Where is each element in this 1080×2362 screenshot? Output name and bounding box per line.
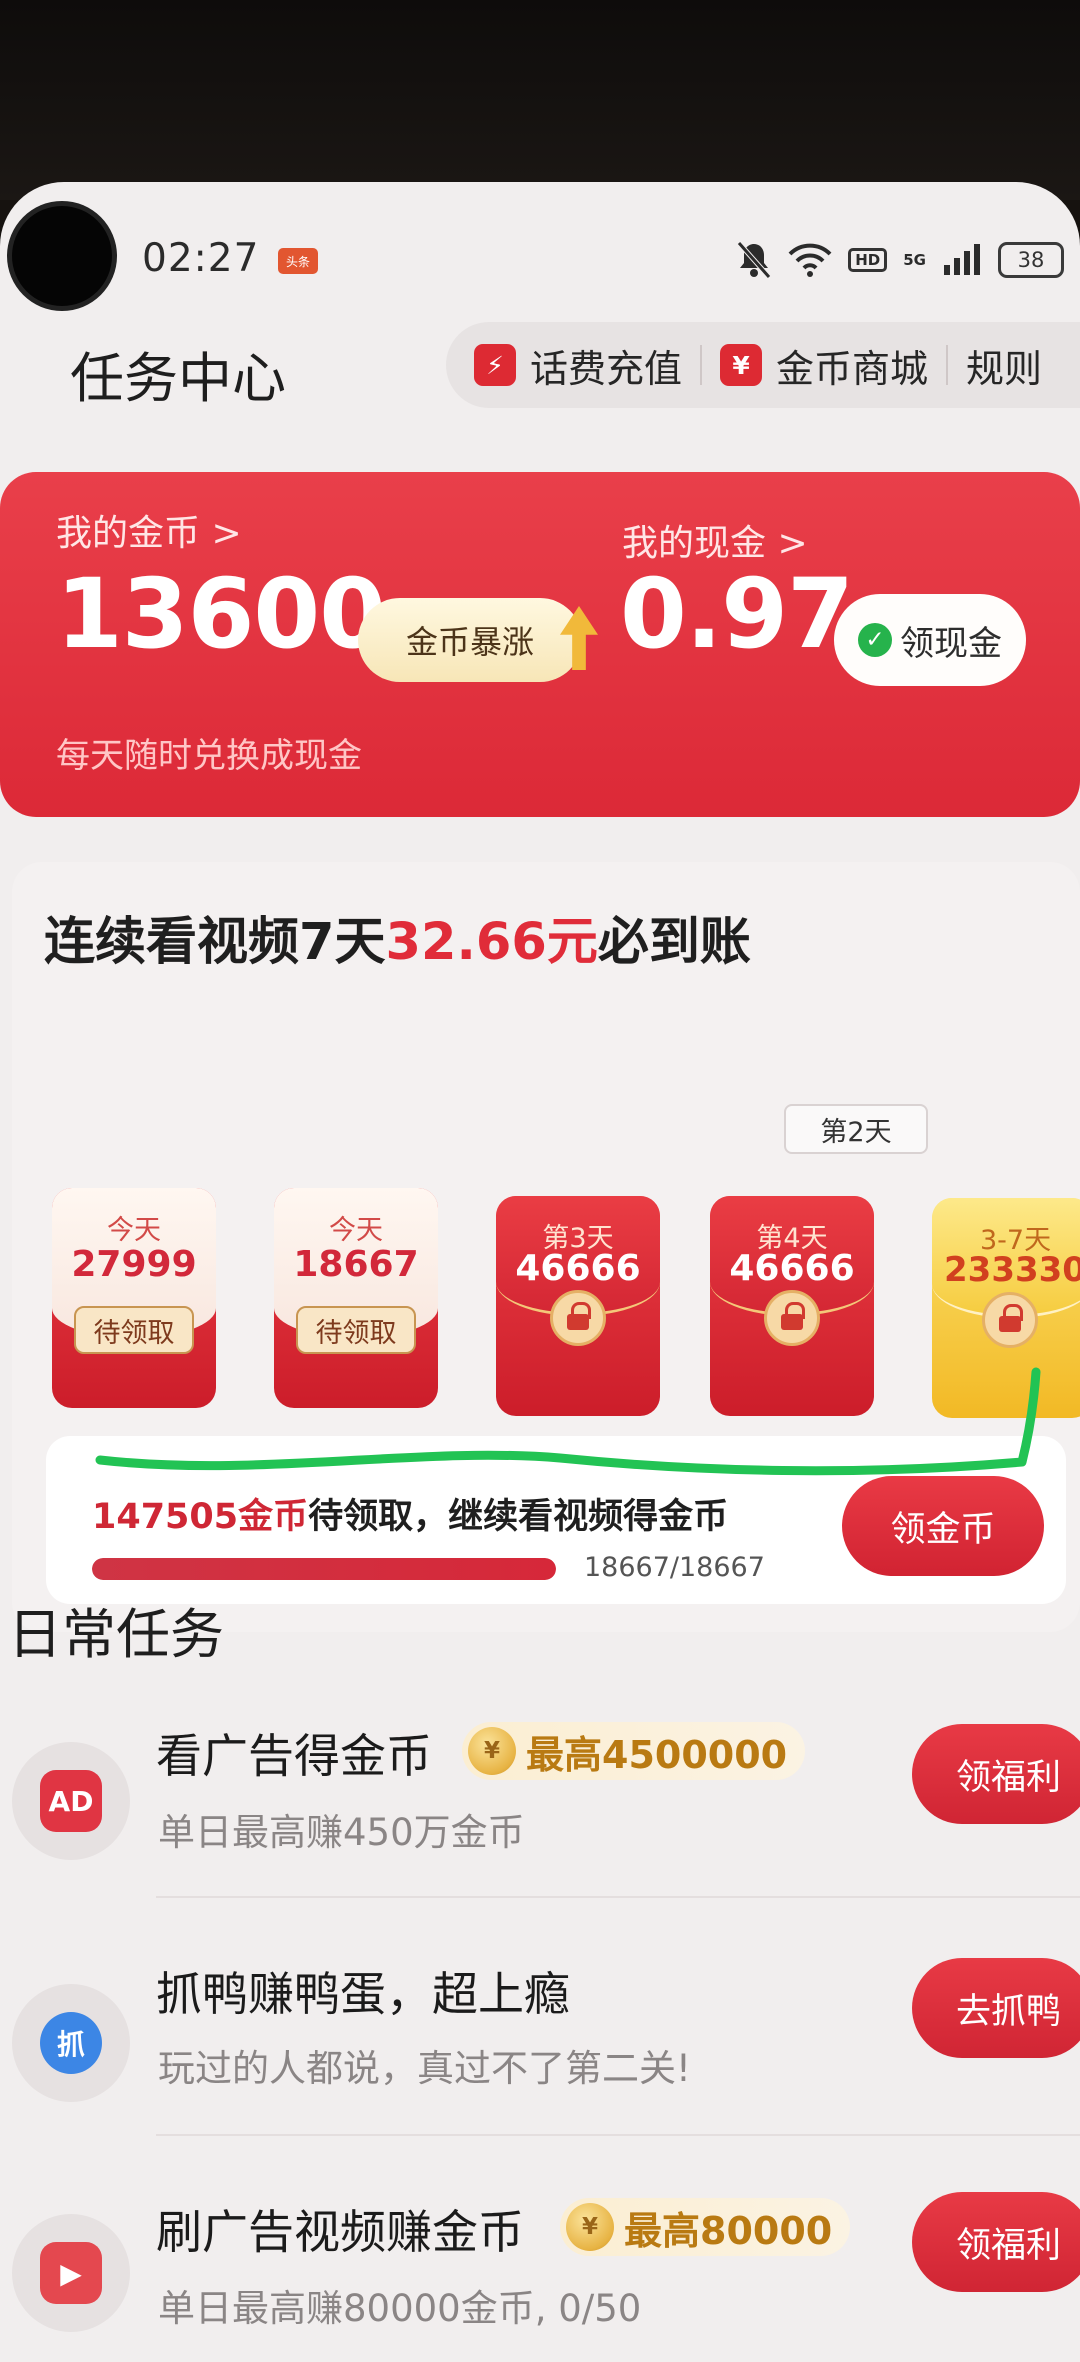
- divider: [156, 1896, 1080, 1898]
- coin-icon: ¥: [468, 1727, 516, 1775]
- envelope-amount: 46666: [729, 1248, 855, 1289]
- envelope-status: 待领取: [74, 1306, 194, 1354]
- my-cash-value: 0.97: [620, 558, 854, 670]
- duck-game-icon: 抓: [40, 2012, 102, 2074]
- status-icons: HD 5G 38: [736, 240, 1064, 280]
- claim-progress-label: 18667/18667: [584, 1552, 765, 1583]
- claim-cash-label: 领现金: [900, 623, 1002, 664]
- exchange-hint: 每天随时兑换成现金: [56, 736, 362, 776]
- streak-title-suffix: 必到账: [597, 913, 751, 972]
- coin-mall-label: 金币商城: [776, 346, 929, 391]
- envelope-day-1[interactable]: 今天 27999 待领取: [52, 1188, 216, 1408]
- current-day-badge: 第2天: [784, 1104, 928, 1154]
- coin-icon: ¥: [566, 2203, 614, 2251]
- envelope-day-2[interactable]: 今天 18667 待领取: [274, 1188, 438, 1408]
- task-reward-badge: ¥ 最高80000: [560, 2198, 851, 2256]
- claim-benefit-button[interactable]: 领福利: [912, 2192, 1080, 2292]
- pending-claim-text: 147505金币待领取，继续看视频得金币: [92, 1488, 728, 1539]
- envelope-day-4[interactable]: 第4天 46666: [710, 1196, 874, 1416]
- video-icon: ▶: [40, 2242, 102, 2304]
- wifi-icon: [788, 243, 832, 277]
- phone-screen: 02:27 头条 HD 5G 38 任务中心 ⚡ 话费充值 ¥ 金币商城 规则 …: [0, 182, 1080, 2362]
- envelope-amount: 233330: [944, 1250, 1080, 1290]
- divider: [156, 2134, 1080, 2136]
- pending-message: 待领取，继续看视频得金币: [308, 1497, 729, 1537]
- daily-tasks-title: 日常任务: [8, 1603, 224, 1666]
- task-icon-container: ▶: [12, 2214, 130, 2332]
- lightning-icon: ⚡: [474, 344, 516, 386]
- claim-cash-button[interactable]: ✓ 领现金: [834, 594, 1026, 686]
- coin-surge-button[interactable]: 金币暴涨: [358, 598, 582, 682]
- task-reward-text: 最高80000: [624, 2208, 833, 2253]
- network-type: 5G: [903, 250, 926, 269]
- my-coins-value: 13600: [56, 558, 386, 670]
- task-subtitle: 单日最高赚450万金币: [158, 1811, 525, 1854]
- envelope-day-3[interactable]: 第3天 46666: [496, 1196, 660, 1416]
- claim-progress-fill: [92, 1558, 556, 1580]
- page-title: 任务中心: [70, 347, 286, 410]
- pending-amount: 147505金币: [92, 1497, 309, 1537]
- task-subtitle: 玩过的人都说，真过不了第二关!: [158, 2047, 691, 2090]
- envelope-day-3-7[interactable]: 3-7天 233330: [932, 1198, 1080, 1418]
- claim-benefit-button[interactable]: 领福利: [912, 1724, 1080, 1824]
- divider: [946, 345, 949, 385]
- lock-icon: [764, 1290, 820, 1346]
- lock-icon: [550, 1290, 606, 1346]
- task-icon-container: 抓: [12, 1984, 130, 2102]
- lock-icon: [982, 1292, 1038, 1348]
- front-camera: [12, 206, 112, 306]
- mute-bell-icon: [737, 241, 772, 279]
- envelope-day-label: 今天: [107, 1215, 161, 1246]
- coin-mall-link[interactable]: ¥ 金币商城: [720, 338, 928, 393]
- rules-label: 规则: [966, 346, 1043, 391]
- streak-title: 连续看视频7天32.66元必到账: [44, 900, 751, 974]
- phone-recharge-link[interactable]: ⚡ 话费充值: [474, 338, 682, 393]
- task-title: 抓鸭赚鸭蛋，超上瘾: [156, 1967, 570, 2021]
- yen-icon: ¥: [720, 344, 763, 386]
- task-subtitle: 单日最高赚80000金币, 0/50: [158, 2287, 642, 2330]
- balance-card: 我的金币 > 13600 金币暴涨 我的现金 > 0.97 ✓ 领现金 每天随时…: [0, 472, 1080, 817]
- task-title: 刷广告视频赚金币: [156, 2205, 524, 2259]
- my-coins-link[interactable]: 我的金币 >: [56, 504, 242, 556]
- task-icon-container: AD: [12, 1742, 130, 1860]
- divider: [700, 345, 703, 385]
- pending-claim-panel: 147505金币待领取，继续看视频得金币 18667/18667 领金币: [46, 1436, 1066, 1604]
- phone-recharge-label: 话费充值: [530, 346, 683, 391]
- go-catch-duck-button[interactable]: 去抓鸭: [912, 1958, 1080, 2058]
- streak-title-prefix: 连续看视频7天: [44, 913, 386, 972]
- header-shortcuts: ⚡ 话费充值 ¥ 金币商城 规则: [446, 322, 1080, 408]
- claim-coins-button[interactable]: 领金币: [842, 1476, 1044, 1576]
- envelope-status: 待领取: [296, 1306, 416, 1354]
- streak-title-amount: 32.66元: [385, 913, 598, 972]
- claim-progress-bar: [92, 1558, 556, 1580]
- check-icon: ✓: [858, 623, 892, 657]
- hd-badge: HD: [848, 248, 888, 272]
- task-reward-badge: ¥ 最高4500000: [462, 1722, 806, 1780]
- rules-link[interactable]: 规则: [966, 338, 1042, 393]
- signal-icon: [944, 244, 980, 275]
- task-title: 看广告得金币: [156, 1729, 432, 1783]
- envelope-day-label: 今天: [329, 1215, 383, 1246]
- phone-bezel: [0, 0, 1080, 200]
- task-row-catch-duck: 抓 抓鸭赚鸭蛋，超上瘾 玩过的人都说，真过不了第二关! 去抓鸭: [0, 1944, 1080, 2174]
- envelope-amount: 27999: [71, 1244, 197, 1285]
- task-row-ad-videos: ▶ 刷广告视频赚金币 ¥ 最高80000 单日最高赚80000金币, 0/50 …: [0, 2178, 1080, 2362]
- notification-app-icon: 头条: [278, 248, 318, 274]
- status-time: 02:27: [142, 236, 260, 281]
- battery-icon: 38: [998, 242, 1064, 278]
- ad-icon: AD: [40, 1770, 102, 1832]
- envelope-amount: 18667: [293, 1244, 419, 1285]
- task-reward-text: 最高4500000: [526, 1732, 788, 1777]
- envelope-amount: 46666: [515, 1248, 641, 1289]
